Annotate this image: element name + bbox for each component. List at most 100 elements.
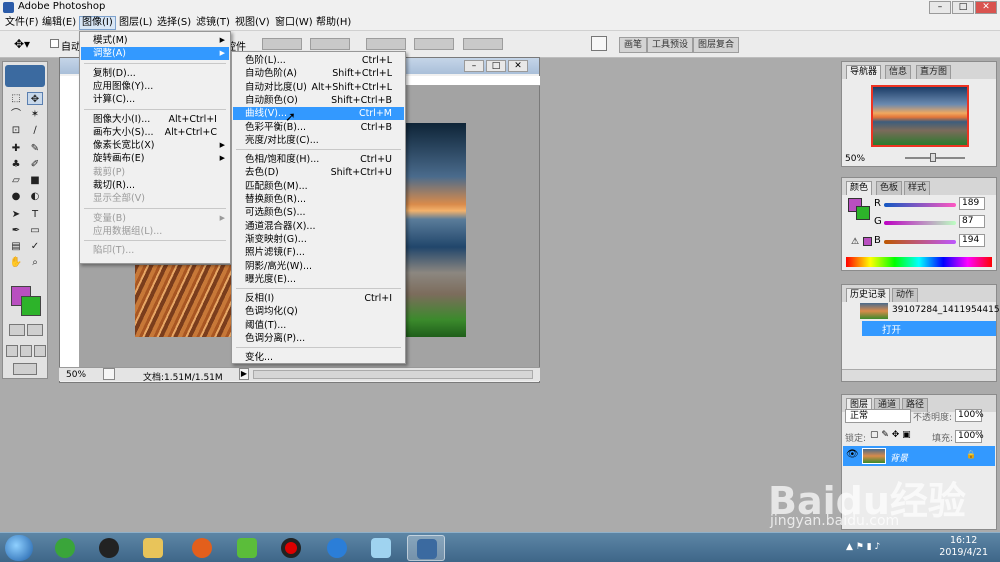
- channel-g-value[interactable]: 87: [959, 215, 985, 228]
- distribute-buttons-icon[interactable]: [366, 38, 406, 50]
- adjust_menu-item[interactable]: 变化...: [233, 351, 404, 364]
- adjust_menu-item[interactable]: 阈值(T)...: [233, 319, 404, 332]
- crop-tool-icon[interactable]: ⊡: [8, 124, 24, 137]
- taskbar-item-qq[interactable]: [90, 535, 128, 561]
- image_menu-item[interactable]: 调整(A) ▶: [81, 47, 229, 61]
- notes-tool-icon[interactable]: ▤: [8, 240, 24, 253]
- image_menu-item[interactable]: 画布大小(S)... Alt+Ctrl+C: [81, 126, 229, 139]
- adjust_menu-item[interactable]: 色阶(L)... Ctrl+L: [233, 54, 404, 67]
- adjust_menu-item[interactable]: 色调分离(P)...: [233, 332, 404, 345]
- image_menu-item[interactable]: 裁剪(P): [81, 166, 229, 179]
- adjust_menu-item[interactable]: 反相(I) Ctrl+I: [233, 292, 404, 305]
- eyedropper-icon[interactable]: ✓: [27, 240, 43, 253]
- channel-r-value[interactable]: 189: [959, 197, 985, 210]
- file-browser-icon[interactable]: [591, 36, 607, 51]
- menu-layer[interactable]: 图层(L): [117, 16, 154, 30]
- tab-info[interactable]: 信息: [885, 65, 912, 79]
- channel-r-slider[interactable]: [884, 203, 956, 207]
- lasso-tool-icon[interactable]: ⌒: [8, 108, 24, 121]
- auto-select-checkbox[interactable]: [50, 39, 59, 48]
- close-button[interactable]: ✕: [975, 1, 997, 14]
- doc-maximize-button[interactable]: □: [486, 60, 506, 72]
- tray-icons[interactable]: ▲ ⚑ ▮ ♪: [846, 542, 880, 552]
- history-step-label[interactable]: 打开: [882, 322, 901, 336]
- navigator-slider-thumb[interactable]: [930, 153, 936, 162]
- screen-mode-1-icon[interactable]: [6, 345, 18, 357]
- dodge-tool-icon[interactable]: ◐: [27, 190, 43, 203]
- menu-filter[interactable]: 滤镜(T): [194, 16, 232, 30]
- opacity-input[interactable]: 100%: [955, 409, 984, 422]
- taskbar-item-firefox[interactable]: [183, 535, 221, 561]
- gamut-swatch[interactable]: [863, 237, 872, 246]
- taskbar-item-photoshop[interactable]: [407, 535, 445, 561]
- adjust_menu-item[interactable]: 匹配颜色(M)...: [233, 180, 404, 193]
- adjust_menu-item[interactable]: 自动对比度(U) Alt+Shift+Ctrl+L: [233, 81, 404, 94]
- image_menu-item[interactable]: 图像大小(I)... Alt+Ctrl+I: [81, 113, 229, 126]
- start-button-icon[interactable]: [5, 535, 33, 561]
- taskbar-item-browser[interactable]: [46, 535, 84, 561]
- layer-name[interactable]: 背景: [890, 451, 908, 464]
- menu-help[interactable]: 帮助(H): [314, 16, 353, 30]
- tab-histogram[interactable]: 直方图: [916, 65, 952, 79]
- image_menu-item[interactable]: 应用数据组(L)...: [81, 225, 229, 238]
- channel-b-value[interactable]: 194: [959, 234, 985, 247]
- pen-tool-icon[interactable]: ✒: [8, 224, 24, 237]
- maximize-button[interactable]: □: [952, 1, 974, 14]
- type-tool-icon[interactable]: T: [27, 208, 43, 221]
- taskbar-item-notes[interactable]: [362, 535, 400, 561]
- adjust_menu-item[interactable]: 曲线(V)... Ctrl+M: [233, 107, 404, 121]
- well-brushes[interactable]: 画笔: [619, 37, 648, 53]
- history-brush-icon[interactable]: ✐: [27, 158, 43, 171]
- fill-input[interactable]: 100%: [955, 430, 984, 443]
- lock-icons[interactable]: ▢ ✎ ✥ ▣: [870, 430, 911, 440]
- navigator-zoom[interactable]: 50%: [845, 154, 865, 164]
- adjust_menu-item[interactable]: 渐变映射(G)...: [233, 233, 404, 246]
- image_menu-item[interactable]: 显示全部(V): [81, 192, 229, 205]
- taskbar-item-app[interactable]: [318, 535, 356, 561]
- layer-visibility-eye-icon[interactable]: 👁: [846, 449, 859, 460]
- adjust_menu-item[interactable]: 自动色阶(A) Shift+Ctrl+L: [233, 67, 404, 80]
- image_menu-item[interactable]: 像素长宽比(X) ▶: [81, 139, 229, 152]
- healing-brush-icon[interactable]: ✚: [8, 142, 24, 155]
- adjust_menu-item[interactable]: 色调均化(Q): [233, 305, 404, 318]
- tab-swatches[interactable]: 色板: [876, 181, 903, 195]
- channel-b-slider[interactable]: [884, 240, 956, 244]
- adjust_menu-item[interactable]: 可选颜色(S)...: [233, 206, 404, 219]
- adjust_menu-item[interactable]: 色相/饱和度(H)... Ctrl+U: [233, 153, 404, 166]
- menu-image[interactable]: 图像(I): [79, 16, 116, 30]
- color-bg-swatch[interactable]: [856, 206, 870, 220]
- blend-mode-select[interactable]: 正常: [845, 409, 911, 423]
- taskbar-item-video[interactable]: [228, 535, 266, 561]
- marquee-tool-icon[interactable]: ⬚: [8, 92, 24, 105]
- hand-tool-icon[interactable]: ✋: [8, 256, 24, 269]
- well-tool-presets[interactable]: 工具预设: [647, 37, 694, 53]
- zoom-tool-icon[interactable]: ⌕: [27, 256, 43, 269]
- image_menu-item[interactable]: 变量(B) ▶: [81, 212, 229, 225]
- status-menu-arrow-icon[interactable]: ▶: [239, 368, 249, 380]
- doc-zoom-level[interactable]: 50%: [66, 370, 86, 380]
- adjust_menu-item[interactable]: 去色(D) Shift+Ctrl+U: [233, 166, 404, 179]
- adjust_menu-item[interactable]: 曝光度(E)...: [233, 273, 404, 286]
- slice-tool-icon[interactable]: ∕: [27, 124, 43, 137]
- magic-wand-icon[interactable]: ✶: [27, 108, 43, 121]
- adjust_menu-item[interactable]: 自动颜色(O) Shift+Ctrl+B: [233, 94, 404, 107]
- tab-actions[interactable]: 动作: [892, 288, 919, 302]
- photoshop-feather-icon[interactable]: [5, 65, 45, 87]
- screen-mode-2-icon[interactable]: [20, 345, 32, 357]
- menu-select[interactable]: 选择(S): [155, 16, 193, 30]
- well-layer-comps[interactable]: 图层复合: [693, 37, 740, 53]
- brush-tool-icon[interactable]: ✎: [27, 142, 43, 155]
- image_menu-item[interactable]: 计算(C)...: [81, 93, 229, 106]
- menu-view[interactable]: 视图(V): [233, 16, 272, 30]
- distribute-buttons-2-icon[interactable]: [414, 38, 454, 50]
- channel-g-slider[interactable]: [884, 221, 956, 225]
- image_menu-item[interactable]: 旋转画布(E) ▶: [81, 152, 229, 165]
- screen-mode-3-icon[interactable]: [34, 345, 46, 357]
- doc-minimize-button[interactable]: –: [464, 60, 484, 72]
- adjust_menu-item[interactable]: 色彩平衡(B)... Ctrl+B: [233, 121, 404, 134]
- standard-mode-icon[interactable]: [9, 324, 25, 336]
- doc-close-button[interactable]: ✕: [508, 60, 528, 72]
- horizontal-scrollbar[interactable]: [253, 370, 533, 379]
- color-ramp[interactable]: [846, 257, 992, 267]
- move-tool-button-icon[interactable]: ✥: [27, 92, 43, 105]
